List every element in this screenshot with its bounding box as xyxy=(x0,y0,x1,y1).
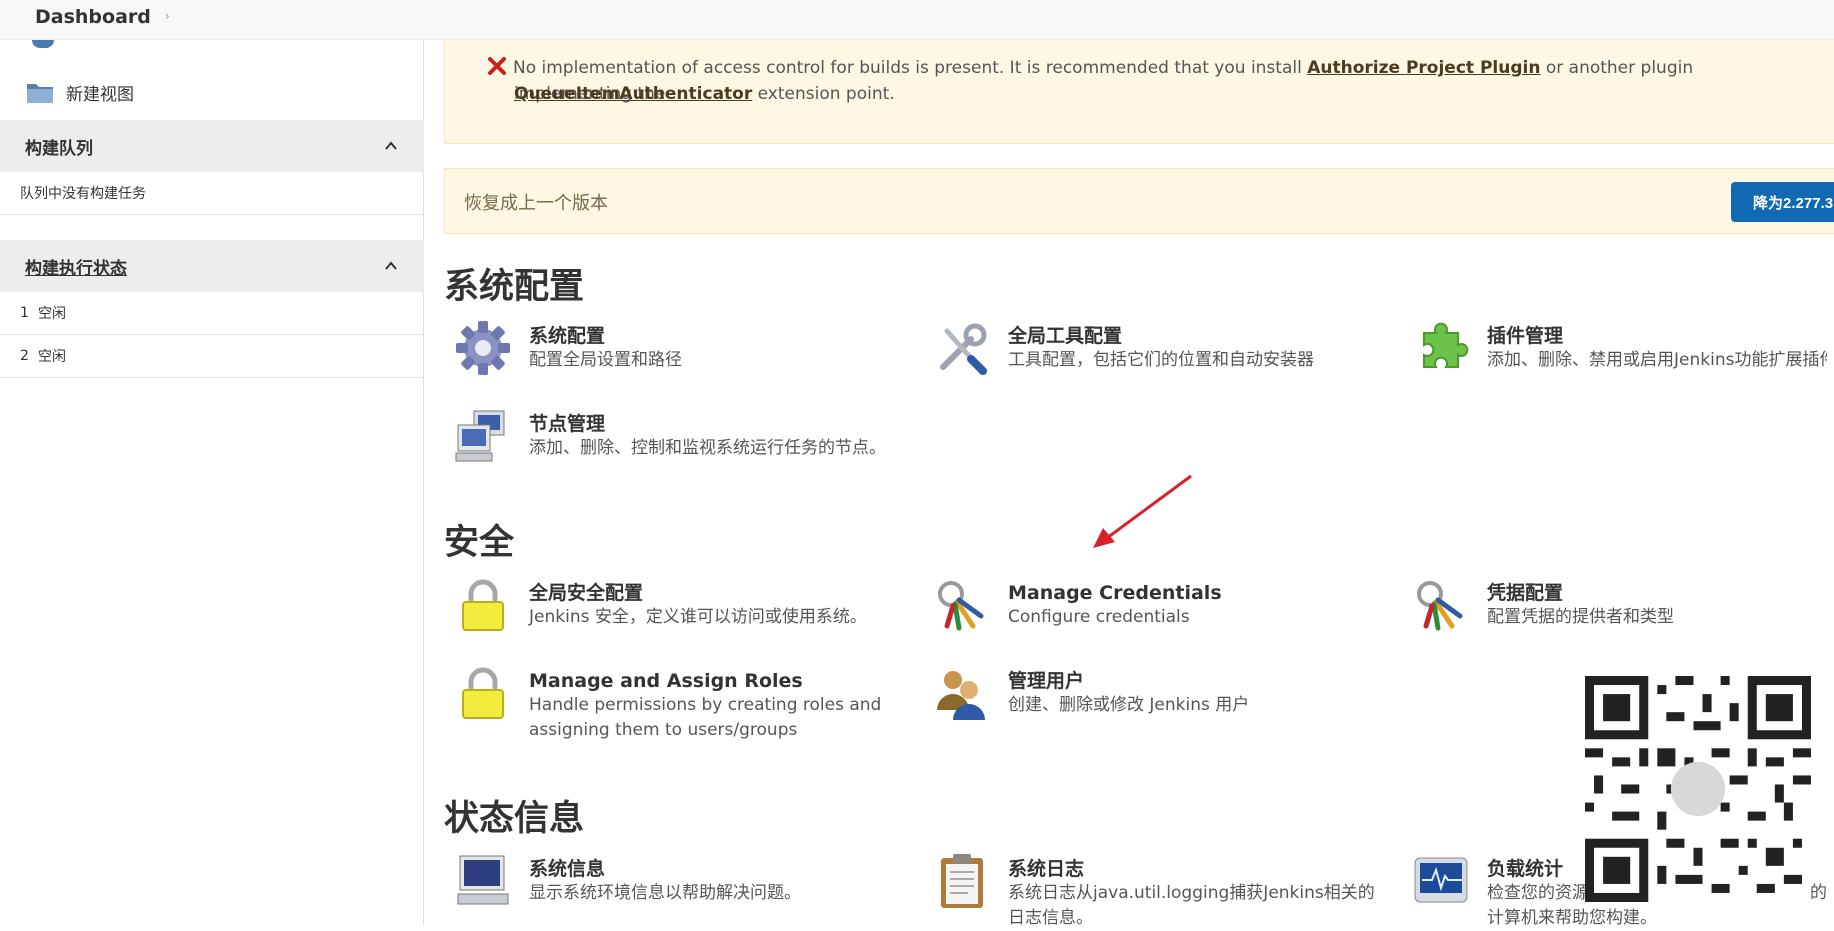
item-name: Manage and Assign Roles xyxy=(529,670,803,692)
item-plugin-manager[interactable]: 插件管理 添加、删除、禁用或启用Jenkins功能扩展插件。 xyxy=(1412,319,1827,385)
warning-line-2: QueueItemAuthenticator extension point. xyxy=(514,81,895,107)
item-desc: 工具配置，包括它们的位置和自动安装器 xyxy=(1008,350,1314,370)
build-queue-empty-text: 队列中没有构建任务 xyxy=(20,186,146,202)
item-name: 管理用户 xyxy=(1008,670,1085,692)
item-global-tool-config[interactable]: 全局工具配置 工具配置，包括它们的位置和自动安装器 xyxy=(933,319,1314,385)
security-warning: No implementation of access control for … xyxy=(444,40,1834,144)
item-desc: 创建、删除或修改 Jenkins 用户 xyxy=(1008,695,1250,715)
restore-panel: 恢复成上一个版本 降为2.277.3 xyxy=(444,168,1834,234)
build-queue-header: 构建队列 xyxy=(0,120,424,172)
keys-icon xyxy=(938,581,984,631)
item-node-manager[interactable]: 节点管理 添加、删除、控制和监视系统运行任务的节点。 xyxy=(454,407,886,473)
item-name: 系统配置 xyxy=(529,325,606,347)
item-desc: 添加、删除、禁用或启用Jenkins功能扩展插件。 xyxy=(1487,350,1827,370)
item-credential-config[interactable]: 凭据配置 配置凭据的提供者和类型 xyxy=(1412,576,1674,642)
section-title-system: 系统配置 xyxy=(444,267,585,307)
item-desc: Configure credentials xyxy=(1008,607,1190,627)
sidebar: 新建视图 构建队列 队列中没有构建任务 构建执行状态 1 空闲 2 空闲 xyxy=(0,40,424,925)
executor-row: 2 空闲 xyxy=(0,335,424,378)
top-bar: Dashboard › xyxy=(0,0,1834,40)
build-queue-empty: 队列中没有构建任务 xyxy=(0,172,424,215)
item-manage-users[interactable]: 管理用户 创建、删除或修改 Jenkins 用户 xyxy=(933,664,1249,730)
warning-text-after: extension point. xyxy=(752,84,895,104)
item-name: 插件管理 xyxy=(1487,325,1564,347)
breadcrumb-chevron-icon[interactable]: › xyxy=(165,9,170,23)
qr-code-image xyxy=(1585,676,1811,902)
item-manage-credentials[interactable]: Manage Credentials Configure credentials xyxy=(933,576,1222,642)
tools-icon xyxy=(940,323,987,375)
warning-text-before: No implementation of access control for … xyxy=(513,58,1308,78)
item-name: 全局工具配置 xyxy=(1008,325,1123,347)
item-desc: Jenkins 安全，定义谁可以访问或使用系统。 xyxy=(529,607,867,627)
keys-icon xyxy=(1417,581,1463,631)
item-system-config[interactable]: 系统配置 配置全局设置和路径 xyxy=(454,319,682,385)
gear-icon xyxy=(456,321,510,375)
executor-status: 空闲 xyxy=(38,349,66,365)
item-name: 系统日志 xyxy=(1008,858,1085,880)
executor-number: 2 xyxy=(20,348,29,364)
people-icon[interactable] xyxy=(32,40,54,48)
downgrade-button[interactable]: 降为2.277.3 xyxy=(1731,182,1834,222)
section-title-security: 安全 xyxy=(444,523,515,563)
item-desc: 显示系统环境信息以帮助解决问题。 xyxy=(529,883,801,903)
executor-status: 空闲 xyxy=(38,306,66,322)
item-desc: 添加、删除、控制和监视系统运行任务的节点。 xyxy=(529,438,886,458)
lock-icon xyxy=(462,667,504,719)
executors-header: 构建执行状态 xyxy=(0,240,424,292)
computers-icon xyxy=(455,410,505,462)
item-desc: 配置凭据的提供者和类型 xyxy=(1487,607,1674,627)
build-queue-title: 构建队列 xyxy=(25,138,93,159)
restore-label: 恢复成上一个版本 xyxy=(464,193,608,214)
item-system-info[interactable]: 系统信息 显示系统环境信息以帮助解决问题。 xyxy=(454,852,801,918)
item-manage-roles[interactable]: Manage and Assign Roles Handle permissio… xyxy=(454,664,889,740)
puzzle-icon xyxy=(1423,322,1469,368)
authorize-project-plugin-link[interactable]: Authorize Project Plugin xyxy=(1307,58,1540,78)
item-system-log[interactable]: 系统日志 系统日志从java.util.logging捕获Jenkins相关的日… xyxy=(933,852,1378,928)
item-name: 凭据配置 xyxy=(1487,582,1564,604)
executor-number: 1 xyxy=(20,305,29,321)
item-name: 全局安全配置 xyxy=(529,582,644,604)
executors-title[interactable]: 构建执行状态 xyxy=(25,254,127,279)
new-view-label: 新建视图 xyxy=(66,84,134,105)
chevron-up-icon[interactable] xyxy=(384,139,398,153)
section-title-status: 状态信息 xyxy=(444,799,585,839)
error-x-icon xyxy=(488,57,506,75)
monitor-icon xyxy=(1414,857,1468,903)
item-name: 节点管理 xyxy=(529,413,606,435)
item-desc: 系统日志从java.util.logging捕获Jenkins相关的日志信息。 xyxy=(1008,883,1375,928)
item-desc: Handle permissions by creating roles and… xyxy=(529,695,882,740)
item-desc: 配置全局设置和路径 xyxy=(529,350,682,370)
queue-item-authenticator-link[interactable]: QueueItemAuthenticator xyxy=(514,84,752,104)
chevron-up-icon[interactable] xyxy=(384,259,398,273)
breadcrumb-dashboard[interactable]: Dashboard xyxy=(35,6,151,28)
users-icon xyxy=(937,671,985,720)
folder-icon xyxy=(27,84,53,103)
item-name: 系统信息 xyxy=(529,858,606,880)
lock-icon xyxy=(462,579,504,631)
clipboard-icon xyxy=(941,854,983,908)
computer-icon xyxy=(457,855,509,905)
annotation-arrow xyxy=(1093,474,1192,548)
item-name: Manage Credentials xyxy=(1008,582,1222,604)
sidebar-item-new-view[interactable]: 新建视图 xyxy=(26,74,134,110)
item-global-security[interactable]: 全局安全配置 Jenkins 安全，定义谁可以访问或使用系统。 xyxy=(454,576,867,642)
executor-row: 1 空闲 xyxy=(0,292,424,335)
